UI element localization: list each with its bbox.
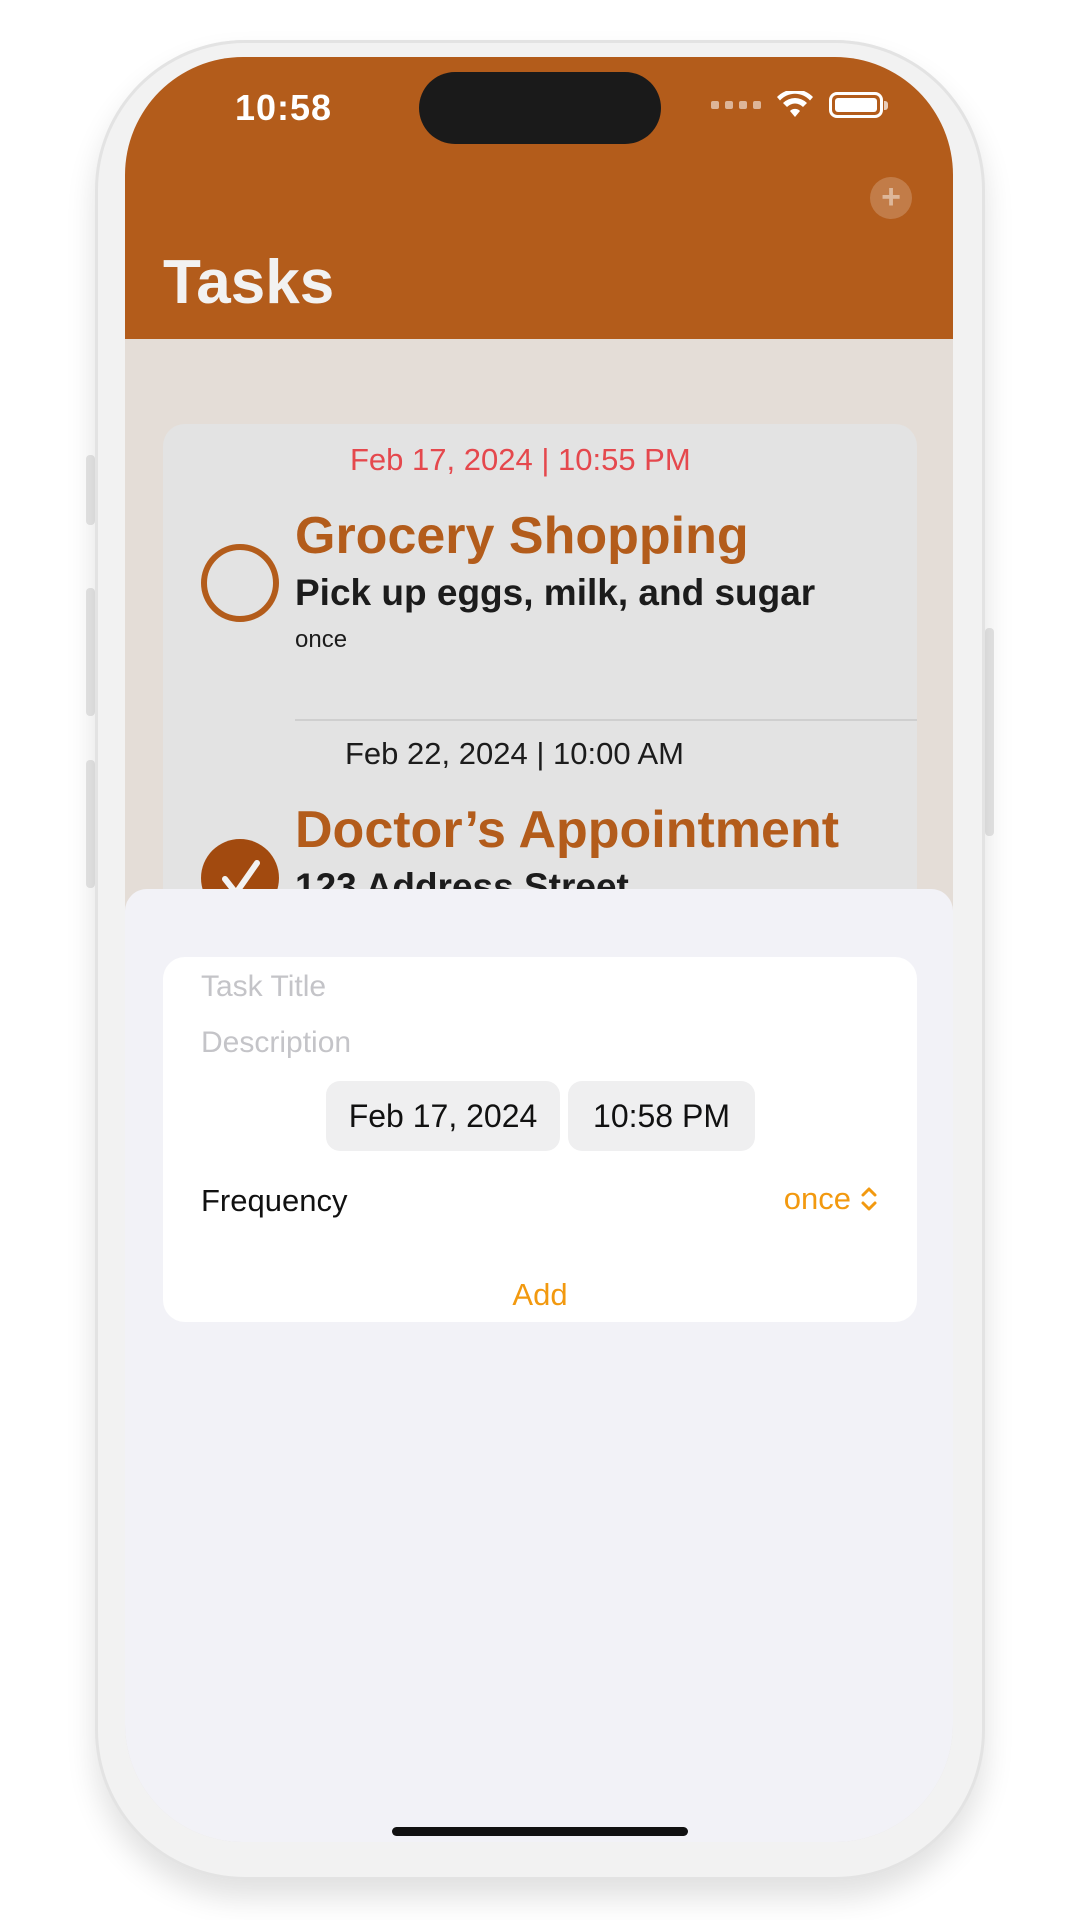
chevron-up-down-icon (861, 1187, 877, 1211)
task-description: Pick up eggs, milk, and sugar (295, 572, 816, 613)
stage: 10:58 + Tasks Feb 17, 2024 | 10:55 PM Gr… (0, 0, 1080, 1920)
task-checkbox-incomplete[interactable] (201, 544, 279, 622)
battery-icon (829, 92, 888, 118)
status-time: 10:58 (235, 87, 333, 128)
date-picker[interactable]: Feb 17, 2024 (326, 1081, 560, 1151)
task-title: Doctor’s Appointment (295, 801, 840, 859)
nav-header: 10:58 + Tasks (125, 57, 953, 339)
add-button[interactable]: Add (163, 1277, 917, 1313)
page-title: Tasks (163, 248, 335, 317)
volume-down-button (86, 760, 95, 888)
power-button (985, 628, 994, 836)
phone-screen: 10:58 + Tasks Feb 17, 2024 | 10:55 PM Gr… (125, 57, 953, 1842)
dynamic-island (419, 72, 661, 144)
task-description-input[interactable] (201, 1023, 881, 1063)
status-icons (711, 91, 888, 119)
add-task-button[interactable]: + (870, 177, 912, 219)
row-divider (295, 719, 917, 721)
task-list: Feb 17, 2024 | 10:55 PM Grocery Shopping… (163, 424, 917, 964)
mute-switch (86, 455, 95, 525)
time-picker[interactable]: 10:58 PM (568, 1081, 755, 1151)
frequency-label: Frequency (201, 1183, 348, 1218)
task-title: Grocery Shopping (295, 507, 749, 565)
task-date: Feb 22, 2024 | 10:00 AM (345, 736, 684, 771)
add-task-form: Feb 17, 2024 10:58 PM Frequency once Add (163, 957, 917, 1322)
add-task-sheet: Feb 17, 2024 10:58 PM Frequency once Add (125, 889, 953, 1842)
wifi-icon (777, 91, 813, 117)
task-title-input[interactable] (201, 967, 881, 1007)
volume-up-button (86, 588, 95, 716)
signal-icon (711, 101, 761, 109)
frequency-value: once (783, 1181, 851, 1216)
task-date: Feb 17, 2024 | 10:55 PM (350, 442, 691, 477)
frequency-picker[interactable]: once (784, 1181, 879, 1217)
home-indicator[interactable] (392, 1827, 688, 1836)
task-frequency: once (295, 626, 348, 653)
